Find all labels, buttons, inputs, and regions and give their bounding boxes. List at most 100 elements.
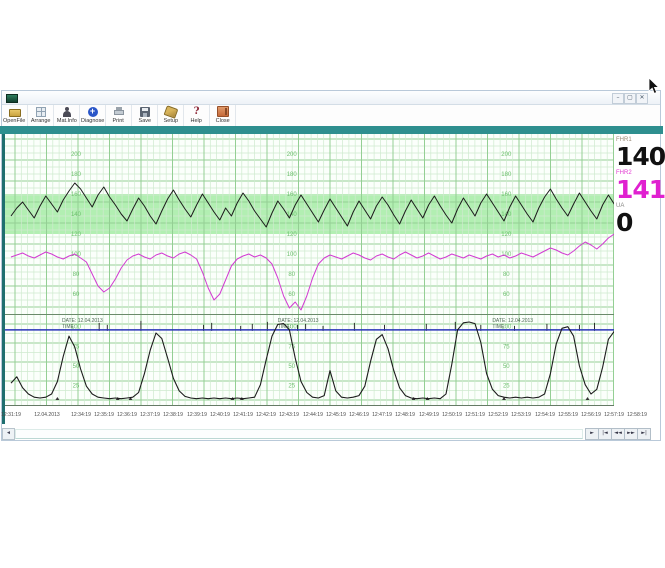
toolbar-button-close[interactable]: Close: [210, 105, 236, 126]
time-axis-label: 12:31:19: [1, 412, 21, 417]
header-bar: [0, 126, 663, 134]
readout-panel: FHR1140FHR2141UA0: [616, 136, 662, 235]
toolbar-button-help[interactable]: Help: [184, 105, 210, 126]
readout-value-fhr1: 140: [616, 144, 662, 169]
fhr-scale-label: 100: [287, 252, 298, 258]
ua-scale-label: 25: [288, 383, 295, 389]
fhr-scale-label: 140: [71, 212, 82, 218]
scroll-left-button[interactable]: ◄: [2, 428, 15, 440]
app-icon: [6, 94, 18, 103]
time-axis: 12:31:19 12.04.2013 12:34:1912:35:1912:36:…: [0, 406, 665, 422]
time-axis-label: 12:40:19: [210, 412, 230, 417]
toolbar-button-setup[interactable]: Setup: [158, 105, 184, 126]
fhr-scale-label: 160: [71, 192, 82, 198]
time-axis-label: 12:38:19: [163, 412, 183, 417]
fhr-chart-svg: 2001801601401201008060200180160140120100…: [5, 134, 614, 314]
toolbar-button-label: OpenFile: [3, 118, 25, 124]
toolbar-button-label: Help: [191, 118, 202, 124]
toolbar-button-print[interactable]: Print: [106, 105, 132, 126]
fhr-scale-label: 60: [73, 292, 80, 298]
fhr-scale-label: 120: [287, 232, 298, 238]
screen: –▢✕ OpenFile Arrange Mat.Info Diagnose Print…: [0, 0, 665, 568]
fhr-scale-label: 160: [287, 192, 298, 198]
ua-scale-label: 50: [503, 364, 510, 370]
strip-nav-button-3[interactable]: ►►: [624, 428, 638, 440]
close-button[interactable]: ✕: [636, 93, 648, 104]
mouse-cursor-icon: [648, 78, 662, 96]
time-axis-label: 12:37:19: [140, 412, 160, 417]
open-folder-icon: [9, 109, 21, 117]
toolbar-button-label: Save: [138, 118, 151, 124]
time-axis-label: 12:56:19: [581, 412, 601, 417]
time-axis-label: 12:49:19: [419, 412, 439, 417]
time-axis-label: 12:52:19: [488, 412, 508, 417]
close-door-icon: [217, 106, 229, 117]
readout-value-ua: 0: [616, 210, 662, 235]
toolbar-button-label: Diagnose: [81, 118, 104, 124]
time-axis-label: 12:48:19: [395, 412, 415, 417]
baseline-event-mark: [586, 397, 590, 400]
toolbar-button-label: Setup: [163, 118, 177, 124]
time-axis-label: 12:58:19: [627, 412, 647, 417]
time-axis-label: 12:36:19: [117, 412, 137, 417]
fhr-scale-label: 180: [501, 172, 512, 178]
time-axis-label: 12:42:19: [256, 412, 276, 417]
scrollbar-track[interactable]: [15, 429, 583, 439]
strip-nav-button-4[interactable]: ►|: [637, 428, 651, 440]
fhr-scale-label: 180: [287, 172, 298, 178]
toolbar-button-label: Print: [113, 118, 124, 124]
readout-value-fhr2: 141: [616, 177, 662, 202]
toolbar-button-openfile[interactable]: OpenFile: [2, 105, 28, 126]
fhr-scale-label: 200: [501, 152, 512, 158]
help-icon: [192, 107, 202, 117]
fhr-scale-label: 60: [288, 292, 295, 298]
ua-chart: 100755025100755025100755025DATE: 12.04.2…: [5, 315, 614, 406]
chart-scrollbar: ◄ ►|◄◄◄►►►|: [2, 428, 660, 439]
strip-nav-button-2[interactable]: ◄◄: [611, 428, 625, 440]
time-axis-label: 12.04.2013: [34, 412, 60, 417]
strip-date-marker: TIME:: [62, 324, 75, 330]
fhr-scale-label: 160: [501, 192, 512, 198]
mother-info-icon: [62, 107, 72, 117]
strip-nav-button-0[interactable]: ►: [585, 428, 599, 440]
time-axis-label: 12:51:19: [465, 412, 485, 417]
ua-chart-svg: 100755025100755025100755025DATE: 12.04.2…: [5, 315, 614, 405]
strip-date-marker: TIME:: [492, 324, 505, 330]
ua-scale-label: 25: [503, 383, 510, 389]
time-axis-label: 12:46:19: [349, 412, 369, 417]
toolbar-button-arrange[interactable]: Arrange: [28, 105, 54, 126]
ua-scale-label: 75: [503, 344, 510, 350]
time-axis-label: 12:34:19: [71, 412, 91, 417]
fhr-scale-label: 120: [501, 232, 512, 238]
title-bar[interactable]: –▢✕: [2, 91, 660, 105]
save-floppy-icon: [140, 107, 150, 117]
toolbar-button-matinfo[interactable]: Mat.Info: [54, 105, 80, 126]
fhr-scale-label: 60: [503, 292, 510, 298]
fhr-scale-label: 180: [71, 172, 82, 178]
fhr-chart: 2001801601401201008060200180160140120100…: [5, 134, 614, 315]
time-axis-label: 12:35:19: [94, 412, 114, 417]
time-axis-label: 12:54:19: [535, 412, 555, 417]
ua-scale-label: 25: [73, 383, 80, 389]
fhr-scale-label: 200: [71, 152, 82, 158]
toolbar-button-label: Mat.Info: [57, 118, 77, 124]
time-axis-label: 12:53:19: [511, 412, 531, 417]
fhr-scale-label: 80: [73, 272, 80, 278]
fhr-scale-label: 80: [503, 272, 510, 278]
toolbar-button-save[interactable]: Save: [132, 105, 158, 126]
toolbar-button-label: Close: [215, 118, 229, 124]
maximize-button[interactable]: ▢: [624, 93, 636, 104]
toolbar-button-label: Arrange: [31, 118, 51, 124]
fhr-scale-label: 80: [288, 272, 295, 278]
time-axis-label: 12:55:19: [558, 412, 578, 417]
setup-tools-icon: [163, 105, 178, 119]
diagnose-plus-icon: [88, 107, 98, 117]
ua-scale-label: 50: [73, 364, 80, 370]
arrange-grid-icon: [36, 107, 46, 117]
strip-nav-button-1[interactable]: |◄: [598, 428, 612, 440]
minimize-button[interactable]: –: [612, 93, 624, 104]
fhr-scale-label: 120: [71, 232, 82, 238]
toolbar-button-diagnose[interactable]: Diagnose: [80, 105, 106, 126]
time-axis-label: 12:43:19: [279, 412, 299, 417]
time-axis-label: 12:57:19: [604, 412, 624, 417]
